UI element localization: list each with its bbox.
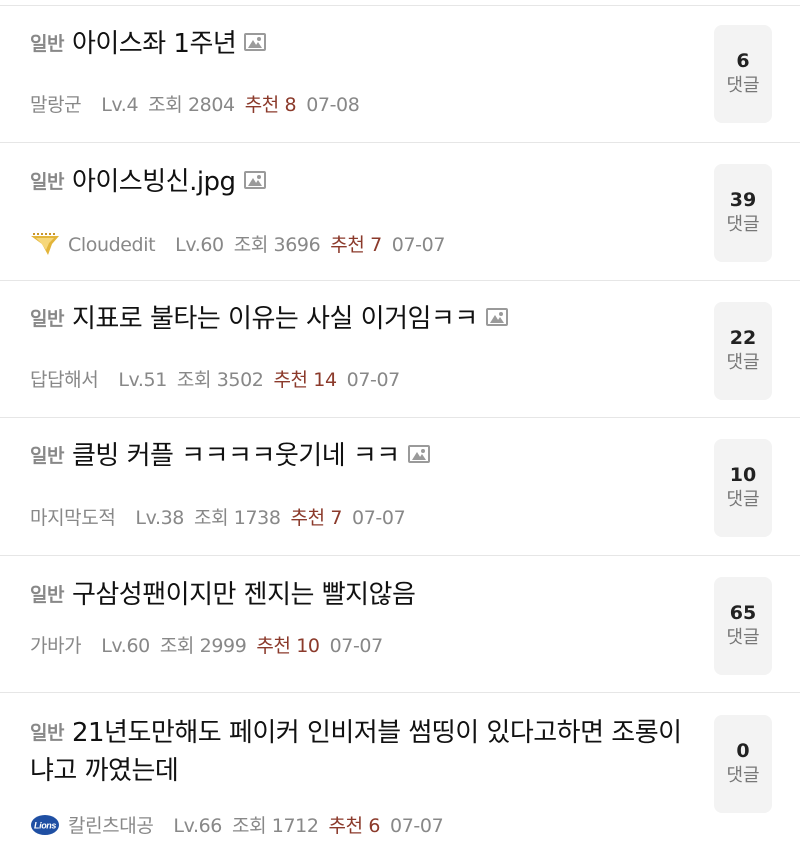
category-badge: 일반 (30, 722, 64, 744)
comment-label: 댓글 (726, 627, 760, 648)
post-title-line[interactable]: 일반 클빙 커플 ㅋㅋㅋㅋ웃기네 ㅋㅋ (30, 437, 700, 475)
comment-label: 댓글 (726, 352, 760, 373)
view-count: 조회 1712 (231, 815, 319, 837)
post-date: 07-08 (306, 94, 360, 116)
post-title-line[interactable]: 일반 21년도만해도 페이커 인비저블 썸띵이 있다고하면 조롱이냐고 까였는데 (30, 714, 700, 790)
view-count: 조회 1738 (193, 507, 281, 529)
view-count: 조회 3696 (233, 234, 321, 256)
view-count: 조회 2999 (159, 635, 247, 657)
post-main[interactable]: 일반 클빙 커플 ㅋㅋㅋㅋ웃기네 ㅋㅋ (30, 437, 700, 475)
author-name[interactable]: 답답해서 (30, 369, 99, 391)
author-level: Lv.66 (173, 815, 222, 837)
author-name[interactable]: 칼린츠대공 (68, 815, 154, 837)
post-title[interactable]: 클빙 커플 ㅋㅋㅋㅋ웃기네 ㅋㅋ (72, 441, 400, 471)
post-title[interactable]: 지표로 불타는 이유는 사실 이거임ㅋㅋ (72, 304, 478, 334)
post-item[interactable]: 일반 구삼성팬이지만 젠지는 빨지않음 가바가 Lv.60 조회 2999 추천 10 0… (0, 556, 800, 693)
comment-count: 0 (736, 740, 750, 762)
post-meta: 답답해서 Lv.51 조회 3502 추천 14 07-07 (30, 365, 410, 392)
post-item[interactable]: 일반 지표로 불타는 이유는 사실 이거임ㅋㅋ 답답해서 Lv.51 조회 3502 추… (0, 281, 800, 418)
comment-label: 댓글 (726, 489, 760, 510)
comment-count-box[interactable]: 39 댓글 (714, 164, 772, 262)
category-badge: 일반 (30, 33, 64, 55)
comment-count-box[interactable]: 0 댓글 (714, 715, 772, 813)
emblem-icon (31, 233, 59, 255)
post-main[interactable]: 일반 21년도만해도 페이커 인비저블 썸띵이 있다고하면 조롱이냐고 까였는데 (30, 714, 700, 790)
post-title[interactable]: 구삼성팬이지만 젠지는 빨지않음 (72, 580, 416, 610)
comment-count-box[interactable]: 10 댓글 (714, 439, 772, 537)
image-attachment-icon (485, 308, 508, 326)
recommend-count: 추천 14 (273, 369, 337, 391)
post-date: 07-07 (346, 369, 401, 391)
post-date: 07-07 (390, 815, 444, 837)
post-meta: Lions 칼린츠대공 Lv.66 조회 1712 추천 6 07-07 (30, 811, 453, 838)
post-meta: 마지막도적 Lv.38 조회 1738 추천 7 07-07 (30, 503, 415, 530)
post-item[interactable]: 일반 아이스좌 1주년 말랑군 Lv.4 조회 2804 추천 8 07-08 6 댓글 (0, 6, 800, 143)
author-name[interactable]: 말랑군 (30, 94, 82, 116)
comment-count-box[interactable]: 6 댓글 (714, 25, 772, 123)
comment-label: 댓글 (726, 75, 760, 96)
author-name[interactable]: Cloudedit (68, 234, 156, 256)
post-title-line[interactable]: 일반 아이스빙신.jpg (30, 163, 700, 201)
recommend-count: 추천 7 (290, 507, 343, 529)
comment-count: 39 (729, 189, 757, 211)
post-title-line[interactable]: 일반 아이스좌 1주년 (30, 25, 700, 63)
recommend-count: 추천 6 (328, 815, 381, 837)
author-level: Lv.51 (118, 369, 167, 391)
author-level: Lv.4 (101, 94, 139, 116)
author-name[interactable]: 마지막도적 (30, 507, 116, 529)
image-attachment-icon (244, 33, 267, 51)
post-item[interactable]: 일반 아이스빙신.jpg Cloudedit Lv.60 조회 3696 추천 7 07-… (0, 143, 800, 281)
recommend-count: 추천 10 (256, 635, 320, 657)
post-meta: Cloudedit Lv.60 조회 3696 추천 7 07-07 (30, 230, 455, 257)
comment-count: 6 (736, 50, 750, 72)
author-level: Lv.60 (175, 234, 224, 256)
post-main[interactable]: 일반 구삼성팬이지만 젠지는 빨지않음 (30, 576, 700, 614)
post-item[interactable]: 일반 클빙 커플 ㅋㅋㅋㅋ웃기네 ㅋㅋ 마지막도적 Lv.38 조회 1738 추천 7… (0, 418, 800, 556)
post-title-line[interactable]: 일반 지표로 불타는 이유는 사실 이거임ㅋㅋ (30, 300, 700, 338)
post-item[interactable]: 일반 21년도만해도 페이커 인비저블 썸띵이 있다고하면 조롱이냐고 까였는데 … (0, 693, 800, 858)
post-list: 일반 아이스좌 1주년 말랑군 Lv.4 조회 2804 추천 8 07-08 6 댓글 … (0, 0, 800, 858)
team-logo-icon: Lions (31, 815, 59, 835)
view-count: 조회 2804 (148, 94, 235, 116)
recommend-count: 추천 8 (244, 94, 297, 116)
recommend-count: 추천 7 (330, 234, 382, 256)
category-badge: 일반 (30, 584, 64, 606)
category-badge: 일반 (30, 308, 64, 330)
team-logo-text: Lions (34, 821, 56, 831)
comment-count: 65 (729, 602, 757, 624)
comment-count: 10 (729, 464, 757, 486)
category-badge: 일반 (30, 445, 64, 467)
image-attachment-icon (243, 171, 266, 189)
comment-label: 댓글 (726, 214, 760, 235)
post-title[interactable]: 21년도만해도 페이커 인비저블 썸띵이 있다고하면 조롱이냐고 까였는데 (30, 718, 682, 786)
author-level: Lv.38 (135, 507, 184, 529)
post-meta: 말랑군 Lv.4 조회 2804 추천 8 07-08 (30, 90, 369, 117)
view-count: 조회 3502 (176, 369, 264, 391)
image-attachment-icon (407, 445, 430, 463)
author-name[interactable]: 가바가 (30, 635, 82, 657)
post-main[interactable]: 일반 아이스좌 1주년 (30, 25, 700, 63)
comment-count-box[interactable]: 65 댓글 (714, 577, 772, 675)
post-main[interactable]: 일반 아이스빙신.jpg (30, 163, 700, 201)
post-date: 07-07 (391, 234, 446, 256)
post-title[interactable]: 아이스빙신.jpg (72, 167, 236, 197)
post-date: 07-07 (329, 635, 384, 657)
comment-count-box[interactable]: 22 댓글 (714, 302, 772, 400)
post-meta: 가바가 Lv.60 조회 2999 추천 10 07-07 (30, 631, 393, 658)
category-badge: 일반 (30, 171, 64, 193)
post-title[interactable]: 아이스좌 1주년 (72, 29, 237, 59)
author-level: Lv.60 (101, 635, 150, 657)
post-main[interactable]: 일반 지표로 불타는 이유는 사실 이거임ㅋㅋ (30, 300, 700, 338)
comment-label: 댓글 (726, 765, 760, 786)
comment-count: 22 (729, 327, 757, 349)
post-title-line[interactable]: 일반 구삼성팬이지만 젠지는 빨지않음 (30, 576, 700, 614)
post-date: 07-07 (352, 507, 406, 529)
